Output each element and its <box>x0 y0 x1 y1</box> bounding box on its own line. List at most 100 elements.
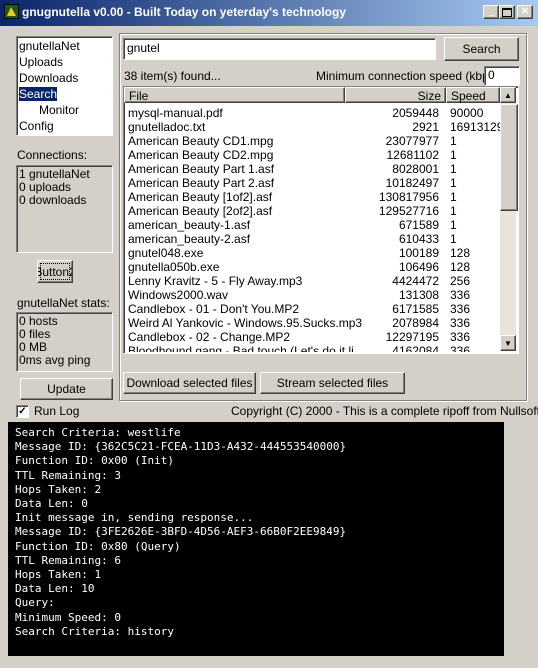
results-rows: mysql-manual.pdf 2059448 90000 gnutelladoc.… <box>124 106 500 352</box>
nav-list[interactable]: gnutellaNet Uploads Downloads Search Mon… <box>16 36 113 136</box>
result-file: Weird Al Yankovic - Windows.95.Sucks.mp3 <box>128 316 363 330</box>
result-size: 12681102 <box>386 148 440 162</box>
result-speed: 336 <box>450 344 471 352</box>
min-speed-input-frame[interactable]: 0 <box>484 66 520 86</box>
nav-item-search[interactable]: Search <box>17 86 112 102</box>
result-speed: 1 <box>450 232 457 246</box>
log-line: Function ID: 0x80 (Query) <box>15 539 181 553</box>
scroll-down-button[interactable]: ▼ <box>500 335 516 351</box>
result-file: mysql-manual.pdf <box>128 106 223 120</box>
result-size: 10182497 <box>385 176 439 190</box>
results-list[interactable]: File Size Speed mysql-manual.pdf 2059448 9… <box>123 86 519 354</box>
download-selected-button[interactable]: Download selected files <box>123 372 256 394</box>
stats-box: 0 hosts 0 files 0 MB 0ms avg ping <box>16 312 113 372</box>
result-file: Bloodhound gang - Bad touch (Let's do it… <box>128 344 354 352</box>
col-file-header[interactable]: File <box>124 87 345 103</box>
result-file: american_beauty-1.asf <box>128 218 251 232</box>
result-size: 2078984 <box>392 316 439 330</box>
scroll-up-button[interactable]: ▲ <box>500 87 516 103</box>
connections-downloads: 0 downloads <box>19 193 87 207</box>
close-icon: ✕ <box>520 6 530 17</box>
button2[interactable]: Button2 <box>37 260 73 283</box>
result-file: American Beauty [2of2].asf <box>128 204 273 218</box>
connections-label: Connections: <box>17 148 88 162</box>
result-row[interactable]: American Beauty Part 1.asf 8028001 1 <box>124 162 500 176</box>
min-speed-input[interactable]: 0 <box>485 67 519 83</box>
maximize-icon <box>502 7 512 17</box>
run-log-console[interactable]: Search Criteria: westlife Message ID: {36… <box>8 422 504 656</box>
result-row[interactable]: Windows2000.wav 131308 336 <box>124 288 500 302</box>
close-button[interactable]: ✕ <box>517 5 533 19</box>
minimize-button[interactable]: _ <box>483 5 499 19</box>
results-header: File Size Speed <box>124 87 500 103</box>
title-bar[interactable]: gnugnutella v0.00 - Built Today on yeter… <box>0 0 538 26</box>
result-row[interactable]: Candlebox - 01 - Don't You.MP2 6171585 336 <box>124 302 500 316</box>
result-row[interactable]: Candlebox - 02 - Change.MP2 12297195 336 <box>124 330 500 344</box>
result-file: American Beauty Part 2.asf <box>128 176 275 190</box>
result-row[interactable]: American Beauty Part 2.asf 10182497 1 <box>124 176 500 190</box>
nav-item-gnutellanet[interactable]: gnutellaNet <box>17 38 112 54</box>
result-size: 4424472 <box>392 274 439 288</box>
search-input-frame[interactable]: gnutel <box>123 38 436 60</box>
result-speed: 1 <box>450 218 457 232</box>
stats-label: gnutellaNet stats: <box>17 296 110 310</box>
nav-item-label: Search <box>19 87 58 101</box>
log-line: Query: <box>15 596 55 610</box>
arrow-up-icon: ▲ <box>504 90 512 100</box>
result-row[interactable]: american_beauty-2.asf 610433 1 <box>124 232 500 246</box>
maximize-button[interactable] <box>499 5 515 19</box>
result-speed: 1 <box>450 204 457 218</box>
run-log-checkbox[interactable]: ✓ <box>16 405 29 418</box>
result-row[interactable]: American Beauty CD1.mpg 23077977 1 <box>124 134 500 148</box>
stream-selected-button[interactable]: Stream selected files <box>260 372 405 394</box>
result-speed: 336 <box>450 316 471 330</box>
result-speed: 16913129 <box>450 120 500 134</box>
result-speed: 336 <box>450 302 471 316</box>
nav-item-downloads[interactable]: Downloads <box>17 70 112 86</box>
result-speed: 90000 <box>450 106 484 120</box>
result-row[interactable]: Bloodhound gang - Bad touch (Let's do it… <box>124 344 500 352</box>
result-row[interactable]: American Beauty [1of2].asf 130817956 1 <box>124 190 500 204</box>
nav-item-config[interactable]: Config <box>17 118 112 134</box>
result-row[interactable]: gnutel048.exe 100189 128 <box>124 246 500 260</box>
result-speed: 1 <box>450 190 457 204</box>
connections-box: 1 gnutellaNet 0 uploads 0 downloads <box>16 165 113 253</box>
result-file: Candlebox - 01 - Don't You.MP2 <box>128 302 300 316</box>
log-line: Message ID: {362C5C21-FCEA-11D3-A432-444… <box>15 440 347 454</box>
result-row[interactable]: Weird Al Yankovic - Windows.95.Sucks.mp3… <box>124 316 500 330</box>
nav-item-label: Downloads <box>19 71 79 85</box>
log-line: TTL Remaining: 3 <box>15 468 121 482</box>
result-file: american_beauty-2.asf <box>128 232 251 246</box>
col-speed-header[interactable]: Speed <box>446 87 500 103</box>
minimize-icon: _ <box>488 6 494 17</box>
update-button[interactable]: Update <box>20 378 113 400</box>
scroll-thumb[interactable] <box>500 104 518 211</box>
results-scrollbar[interactable]: ▲ ▼ <box>500 87 518 351</box>
result-speed: 128 <box>450 260 471 274</box>
result-size: 2921 <box>412 120 439 134</box>
result-row[interactable]: Lenny Kravitz - 5 - Fly Away.mp3 4424472 2… <box>124 274 500 288</box>
result-row[interactable]: american_beauty-1.asf 671589 1 <box>124 218 500 232</box>
result-size: 610433 <box>398 232 439 246</box>
nav-item-uploads[interactable]: Uploads <box>17 54 112 70</box>
result-speed: 1 <box>450 176 457 190</box>
result-file: Candlebox - 02 - Change.MP2 <box>128 330 291 344</box>
result-row[interactable]: gnutella050b.exe 106496 128 <box>124 260 500 274</box>
result-size: 129527716 <box>378 204 439 218</box>
log-line: Minimum Speed: 0 <box>15 610 121 624</box>
result-file: American Beauty Part 1.asf <box>128 162 275 176</box>
window-title: gnugnutella v0.00 - Built Today on yeter… <box>22 5 347 19</box>
result-row[interactable]: American Beauty [2of2].asf 129527716 1 <box>124 204 500 218</box>
search-button[interactable]: Search <box>444 37 519 61</box>
result-row[interactable]: mysql-manual.pdf 2059448 90000 <box>124 106 500 120</box>
result-row[interactable]: American Beauty CD2.mpg 12681102 1 <box>124 148 500 162</box>
result-file: Windows2000.wav <box>128 288 229 302</box>
col-size-header[interactable]: Size <box>345 87 446 103</box>
result-row[interactable]: gnutelladoc.txt 2921 16913129 <box>124 120 500 134</box>
nav-item-monitor[interactable]: Monitor <box>17 102 112 118</box>
result-size: 2059448 <box>392 106 439 120</box>
nav-item-label: Monitor <box>39 103 80 117</box>
search-input[interactable]: gnutel <box>124 39 435 57</box>
checkmark-icon: ✓ <box>18 405 27 417</box>
run-log-label: Run Log <box>34 404 80 418</box>
